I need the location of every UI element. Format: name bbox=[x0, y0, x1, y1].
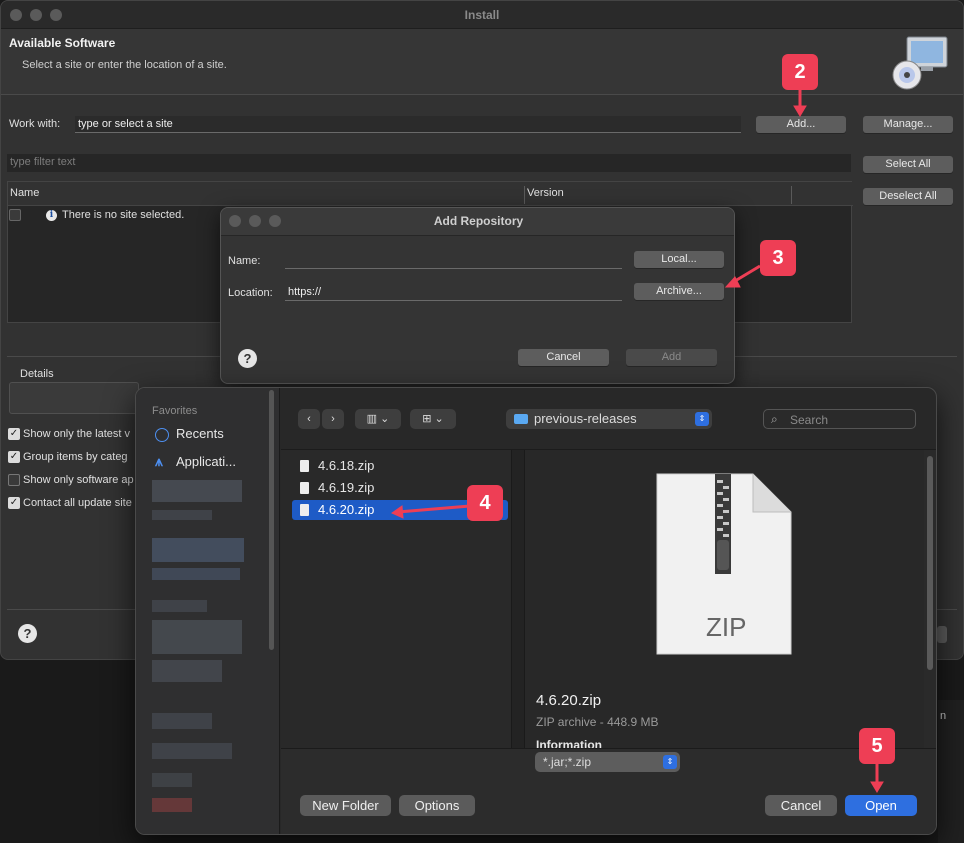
annotation-arrows bbox=[390, 88, 884, 793]
step-callout-4: 4 bbox=[467, 485, 503, 521]
step-callout-2: 2 bbox=[782, 54, 818, 90]
step-callout-3: 3 bbox=[760, 240, 796, 276]
step-callout-5: 5 bbox=[859, 728, 895, 764]
